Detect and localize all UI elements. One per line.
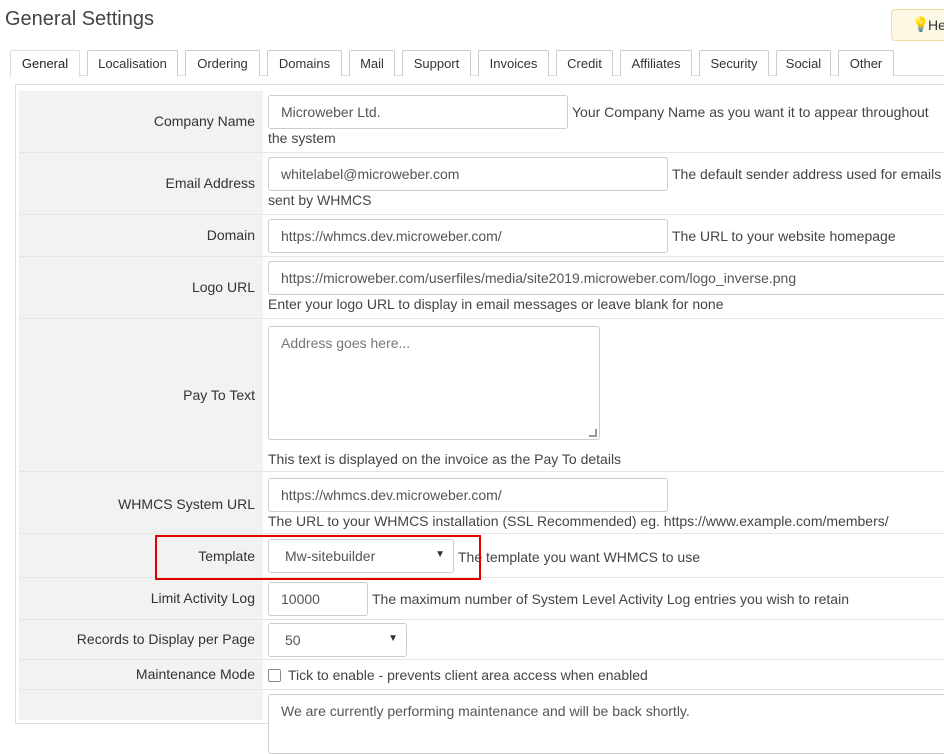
maintenance-message-textarea[interactable]: We are currently performing maintenance … bbox=[268, 694, 944, 754]
page-title: General Settings bbox=[5, 8, 154, 30]
tab-localisation[interactable]: Localisation bbox=[87, 50, 178, 76]
chevron-down-icon: ▼ bbox=[388, 633, 398, 644]
tab-security[interactable]: Security bbox=[699, 50, 769, 76]
company-name-row: Company Name Microweber Ltd. Your Compan… bbox=[19, 91, 944, 153]
records-per-page-row: Records to Display per Page 50 ▼ bbox=[19, 620, 944, 660]
email-address-row: Email Address whitelabel@microweber.com … bbox=[19, 153, 944, 215]
maintenance-mode-row: Maintenance Mode Tick to enable - preven… bbox=[19, 660, 944, 690]
maintenance-mode-help: Tick to enable - prevents client area ac… bbox=[288, 667, 648, 683]
logo-url-help: Enter your logo URL to display in email … bbox=[268, 296, 724, 312]
email-address-input[interactable]: whitelabel@microweber.com bbox=[268, 157, 668, 191]
records-per-page-select[interactable]: 50 ▼ bbox=[268, 623, 407, 657]
company-name-label: Company Name bbox=[153, 113, 255, 129]
email-address-label: Email Address bbox=[165, 175, 255, 191]
domain-label: Domain bbox=[206, 227, 255, 243]
system-url-help: The URL to your WHMCS installation (SSL … bbox=[268, 513, 889, 529]
help-button-label: Help bbox=[928, 17, 944, 33]
limit-activity-log-row: Limit Activity Log 10000 The maximum num… bbox=[19, 578, 944, 620]
company-name-input[interactable]: Microweber Ltd. bbox=[268, 95, 568, 129]
lightbulb-icon: 💡 bbox=[912, 16, 930, 32]
records-per-page-selected-value: 50 bbox=[285, 632, 301, 648]
logo-url-input[interactable]: https://microweber.com/userfiles/media/s… bbox=[268, 261, 944, 295]
tab-social[interactable]: Social bbox=[776, 50, 831, 76]
settings-tabs: General Localisation Ordering Domains Ma… bbox=[10, 50, 944, 77]
pay-to-text-row: Pay To Text Address goes here... This te… bbox=[19, 319, 944, 472]
records-per-page-label: Records to Display per Page bbox=[76, 631, 255, 647]
tab-general[interactable]: General bbox=[10, 50, 80, 77]
logo-url-row: Logo URL https://microweber.com/userfile… bbox=[19, 257, 944, 319]
tab-domains[interactable]: Domains bbox=[267, 50, 342, 76]
pay-to-text-label: Pay To Text bbox=[183, 387, 255, 403]
pay-to-text-placeholder: Address goes here... bbox=[281, 335, 411, 351]
email-address-help-cont: sent by WHMCS bbox=[268, 192, 372, 208]
tab-invoices[interactable]: Invoices bbox=[478, 50, 549, 76]
help-button[interactable]: 💡 Help bbox=[891, 9, 944, 41]
company-name-help: Your Company Name as you want it to appe… bbox=[572, 104, 929, 120]
system-url-row: WHMCS System URL https://whmcs.dev.micro… bbox=[19, 472, 944, 534]
tab-support[interactable]: Support bbox=[402, 50, 471, 76]
domain-row: Domain https://whmcs.dev.microweber.com/… bbox=[19, 215, 944, 257]
domain-help: The URL to your website homepage bbox=[672, 228, 896, 244]
template-highlight-box bbox=[155, 535, 481, 580]
tab-other[interactable]: Other bbox=[838, 50, 894, 76]
email-address-help: The default sender address used for emai… bbox=[672, 166, 942, 182]
pay-to-text-textarea[interactable]: Address goes here... bbox=[268, 326, 600, 440]
logo-url-label: Logo URL bbox=[191, 279, 255, 295]
domain-input[interactable]: https://whmcs.dev.microweber.com/ bbox=[268, 219, 668, 253]
company-name-help-cont: the system bbox=[268, 130, 336, 146]
template-help: The template you want WHMCS to use bbox=[458, 549, 700, 565]
limit-activity-log-help: The maximum number of System Level Activ… bbox=[372, 591, 849, 607]
maintenance-mode-label: Maintenance Mode bbox=[135, 666, 255, 682]
limit-activity-log-label: Limit Activity Log bbox=[150, 590, 255, 606]
maintenance-mode-checkbox[interactable] bbox=[268, 669, 281, 682]
limit-activity-log-input[interactable]: 10000 bbox=[268, 582, 368, 616]
resize-handle-icon[interactable] bbox=[589, 429, 597, 437]
pay-to-text-help: This text is displayed on the invoice as… bbox=[268, 451, 622, 467]
tab-credit[interactable]: Credit bbox=[556, 50, 613, 76]
maintenance-message-row: We are currently performing maintenance … bbox=[19, 690, 944, 754]
tab-affiliates[interactable]: Affiliates bbox=[620, 50, 692, 76]
system-url-label: WHMCS System URL bbox=[118, 496, 255, 512]
tab-ordering[interactable]: Ordering bbox=[185, 50, 260, 76]
tab-mail[interactable]: Mail bbox=[349, 50, 395, 76]
system-url-input[interactable]: https://whmcs.dev.microweber.com/ bbox=[268, 478, 668, 512]
